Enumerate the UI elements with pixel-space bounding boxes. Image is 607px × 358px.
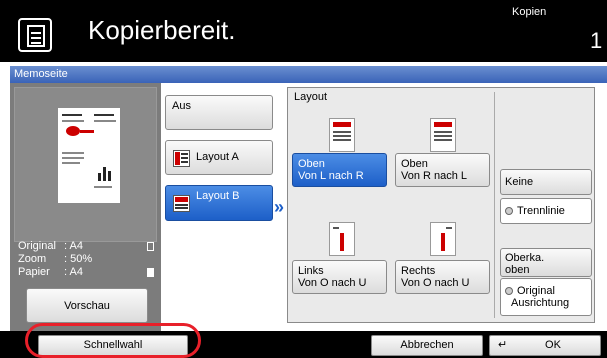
option-layout-a[interactable]: Layout A — [165, 140, 273, 175]
preview-panel: Original : A4 Zoom : 50% Papier : A4 Vorsch… — [10, 83, 161, 331]
zoom-value: : 50% — [64, 253, 93, 265]
radio-icon — [505, 287, 513, 296]
layout-top-lr-icon — [329, 118, 355, 152]
settings-summary: Original : A4 Zoom : 50% Papier : A4 — [16, 240, 156, 279]
ok-button[interactable]: ↵ OK — [489, 335, 601, 356]
layout-left-top-to-bottom-button[interactable]: Links Von O nach U — [292, 260, 387, 294]
border-none-button[interactable]: Keine — [500, 169, 592, 195]
original-label: Original — [18, 240, 56, 252]
orientation-top-edge-button[interactable]: Oberka. oben — [500, 248, 592, 277]
layout-b-icon — [173, 195, 190, 212]
layout-a-icon — [173, 150, 190, 167]
status-title: Kopierbereit. — [88, 15, 236, 45]
preview-page-icon — [58, 108, 120, 203]
layout-right-top-to-bottom-button[interactable]: Rechts Von O nach U — [395, 260, 490, 294]
original-value: : A4 — [64, 240, 83, 252]
radio-icon — [505, 207, 513, 216]
portrait-icon — [147, 242, 154, 251]
panel-divider — [494, 92, 495, 318]
memo-page-header: Memoseite — [10, 66, 607, 83]
layout-top-left-to-right-button[interactable]: Oben Von L nach R — [292, 153, 387, 187]
preview-area — [14, 87, 157, 242]
chevron-right-icon: » — [274, 197, 285, 217]
paper-label: Papier — [18, 266, 50, 278]
preview-button[interactable]: Vorschau — [26, 288, 148, 323]
copy-count: 1 — [590, 28, 603, 53]
option-list: Aus Layout A Layout B » — [161, 83, 287, 331]
layout-panel: Layout Oben Von L nach R Oben Von R nach L… — [287, 87, 595, 323]
zoom-label: Zoom — [18, 253, 47, 265]
ausrichtung-label: Ausrichtung — [511, 297, 570, 309]
status-bar: Kopierbereit. Kopien 1 — [0, 0, 607, 62]
border-line-button[interactable]: Trennlinie — [500, 198, 592, 224]
layout-left-tb-icon — [329, 222, 355, 256]
layout-top-rl-icon — [430, 118, 456, 152]
paper-icon — [147, 268, 154, 277]
border-line-label: Trennlinie — [517, 205, 565, 217]
layout-title: Layout — [294, 91, 328, 103]
enter-icon: ↵ — [498, 339, 508, 351]
mode-label: Kopien — [512, 6, 547, 18]
highlight-callout — [25, 323, 201, 358]
layout-top-right-to-left-button[interactable]: Oben Von R nach L — [395, 153, 490, 187]
cancel-button[interactable]: Abbrechen — [371, 335, 483, 356]
option-aus[interactable]: Aus — [165, 95, 273, 130]
option-layout-b[interactable]: Layout B — [165, 185, 273, 221]
paper-value: : A4 — [64, 266, 83, 278]
copy-icon — [18, 18, 52, 52]
layout-right-tb-icon — [430, 222, 456, 256]
original-orientation-button[interactable]: Original Ausrichtung — [500, 278, 592, 316]
original-label-btn: Original — [517, 285, 555, 297]
